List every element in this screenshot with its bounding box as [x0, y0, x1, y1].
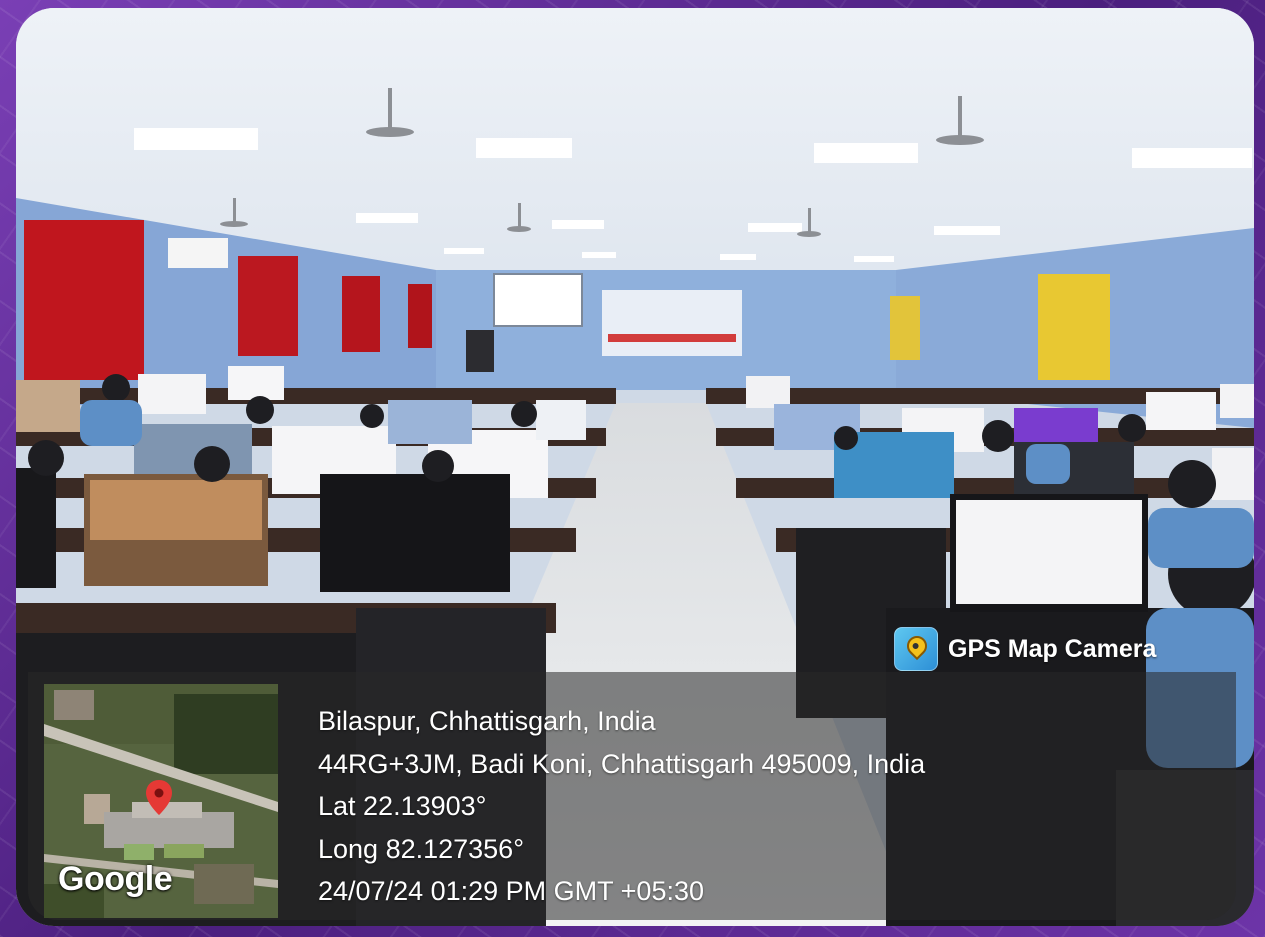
location-address: 44RG+3JM, Badi Koni, Chhattisgarh 495009… [318, 748, 926, 779]
location-longitude: Long 82.127356° [318, 833, 524, 864]
location-timestamp: 24/07/24 01:29 PM GMT +05:30 [318, 876, 705, 906]
location-place: Bilaspur, Chhattisgarh, India [318, 706, 656, 736]
gps-map-camera-badge: GPS Map Camera [894, 626, 1156, 672]
location-text-block: Bilaspur, Chhattisgarh, India 44RG+3JM, … [318, 700, 925, 913]
gps-app-name: GPS Map Camera [948, 634, 1157, 663]
location-latitude: Lat 22.13903° [318, 791, 487, 821]
google-logo: Google [58, 860, 173, 898]
gps-map-camera-app-icon [894, 627, 938, 671]
